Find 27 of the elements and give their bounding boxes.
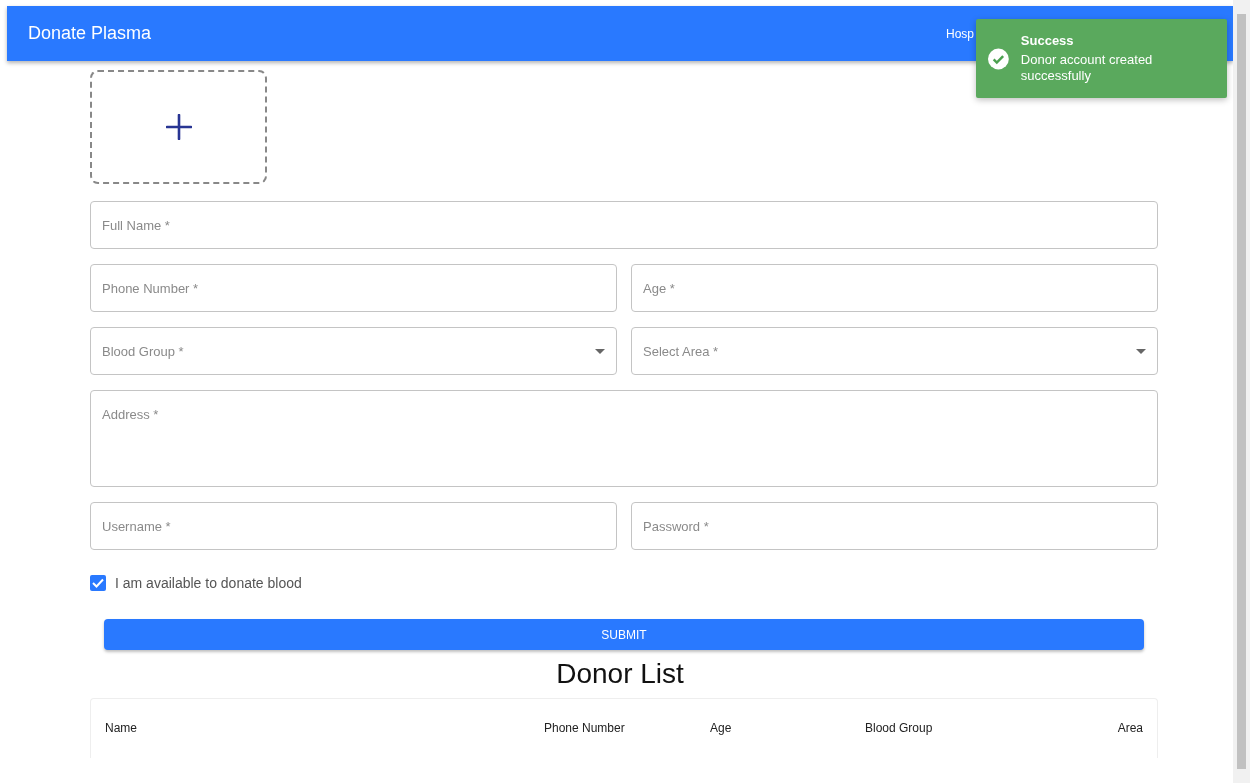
text-field[interactable]: Phone Number * — [90, 264, 617, 312]
dropdown-caret-icon — [1136, 349, 1146, 354]
checkbox[interactable] — [90, 575, 106, 591]
text-field[interactable]: Username * — [90, 502, 617, 550]
dropdown-caret-icon — [595, 349, 605, 354]
plus-icon — [165, 114, 192, 140]
text-field[interactable]: Full Name * — [90, 201, 1158, 249]
select-field[interactable]: Select Area * — [631, 327, 1158, 375]
address-field[interactable]: Address * — [90, 390, 1158, 487]
column-header: Name — [105, 720, 138, 735]
column-header: Blood Group — [865, 720, 934, 735]
nav-link[interactable]: Hosp — [946, 26, 974, 41]
password-field[interactable]: Password * — [631, 502, 1158, 550]
select-field[interactable]: Blood Group * — [90, 327, 617, 375]
submit-button[interactable]: SUBMIT — [104, 619, 1144, 650]
text-field[interactable]: Age * — [631, 264, 1158, 312]
toast-message: Donor account created successfully — [1020, 52, 1154, 84]
toast-title: Success — [1020, 33, 1075, 48]
section-heading: Donor List — [555, 658, 685, 690]
check-circle-icon — [988, 47, 1009, 70]
checkbox-label: I am available to donate blood — [115, 575, 302, 591]
column-header: Area — [1116, 720, 1143, 735]
app-title: Donate Plasma — [28, 23, 152, 44]
column-header: Phone Number — [544, 720, 626, 735]
column-header: Age — [710, 720, 733, 735]
scrollbar[interactable] — [1233, 0, 1250, 783]
photo-upload[interactable] — [90, 70, 267, 184]
